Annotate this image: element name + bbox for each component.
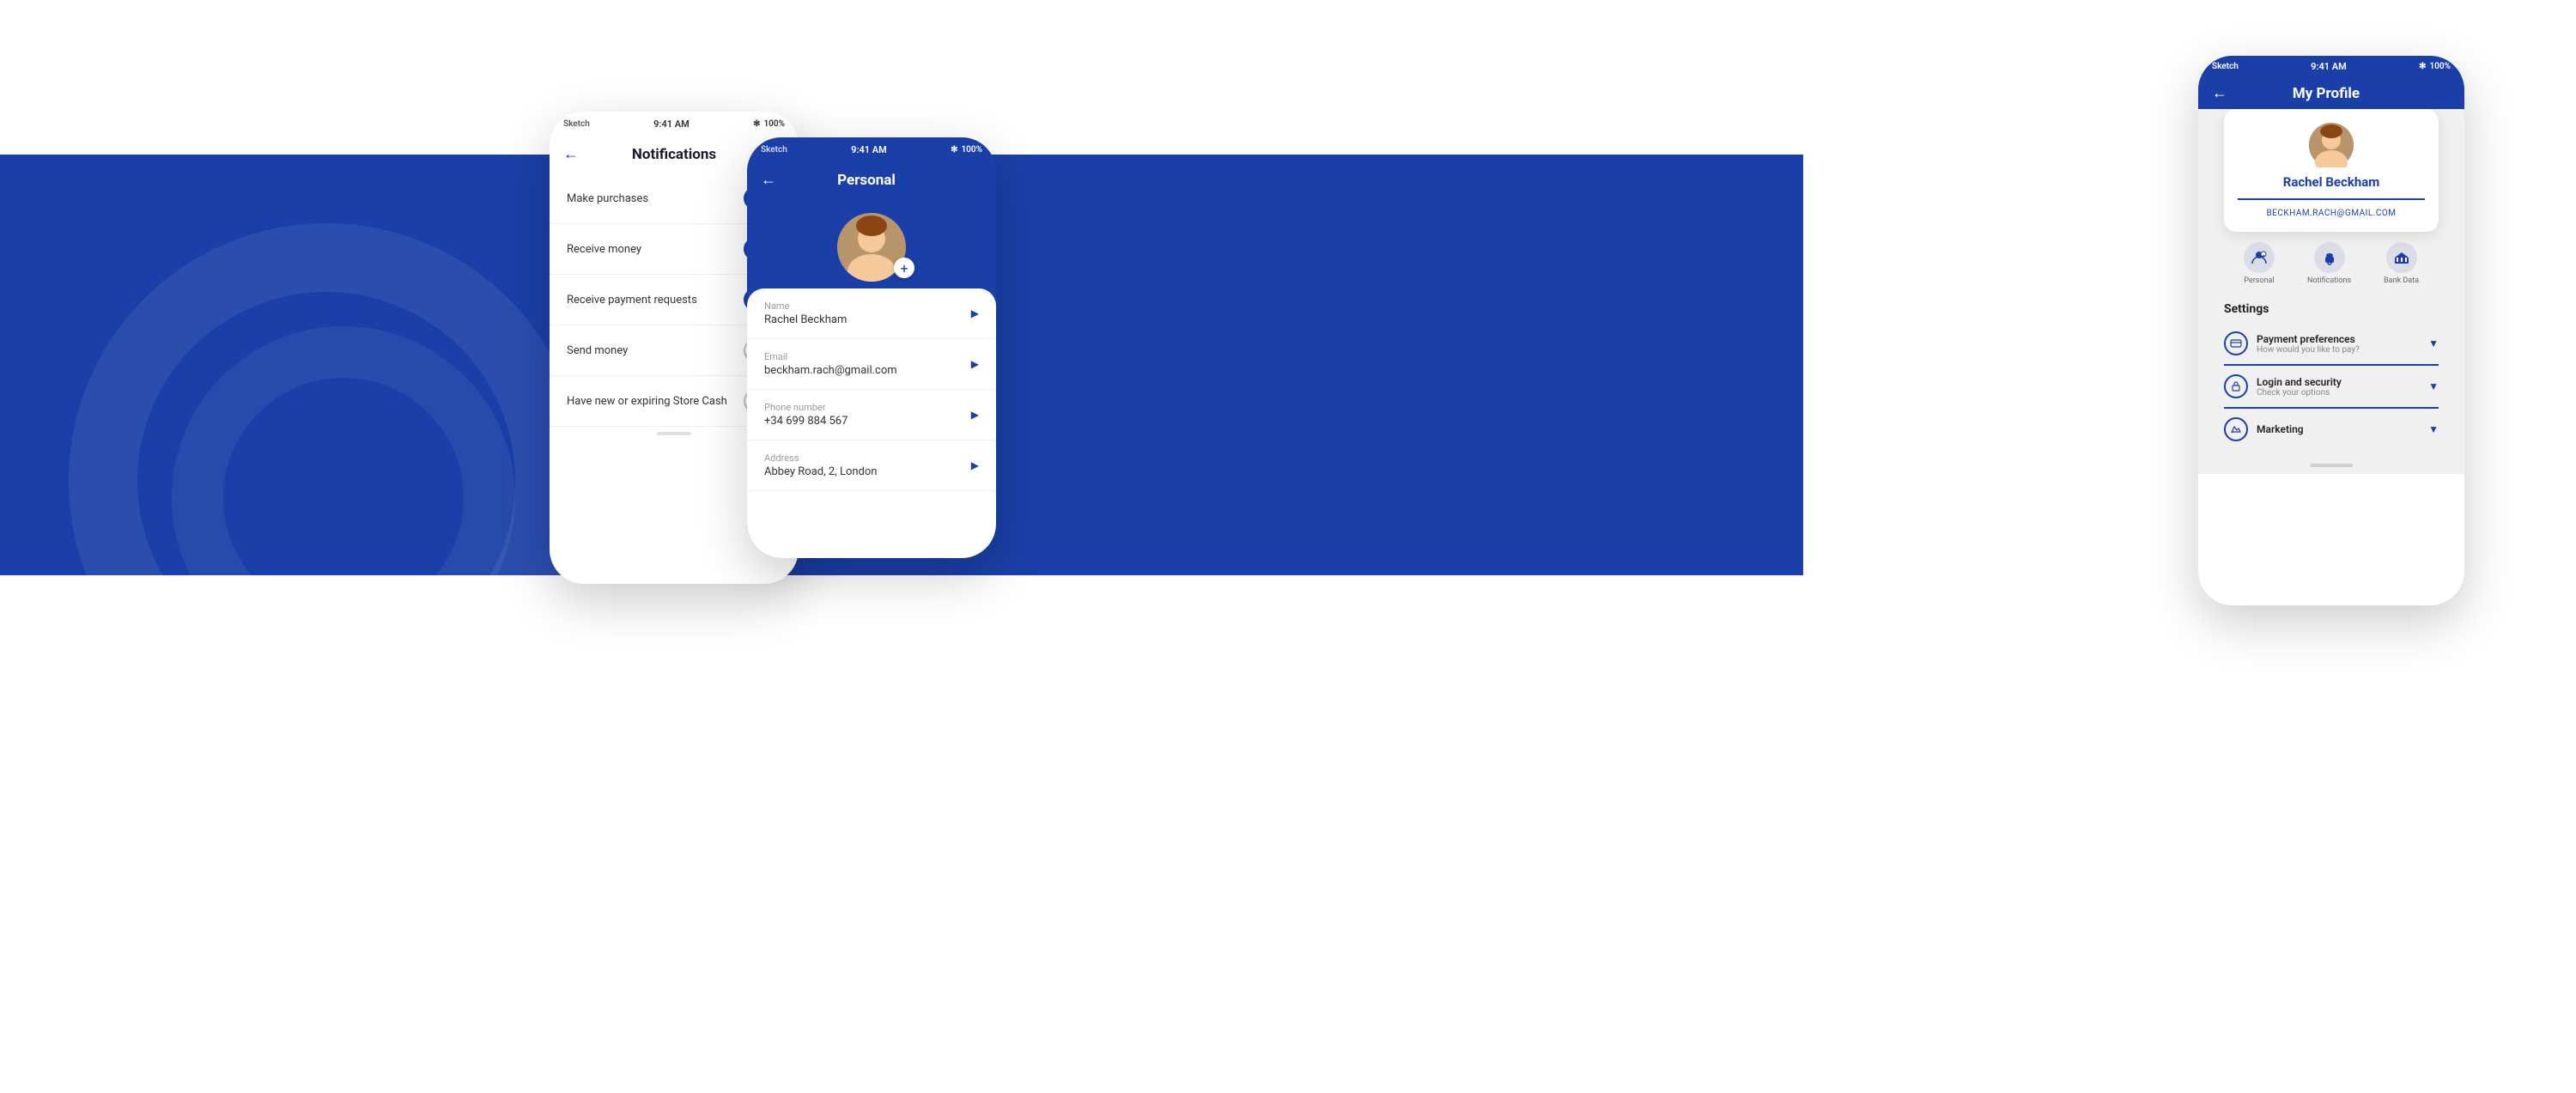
field-arrow-email: ▶ [971, 358, 979, 370]
payment-icon [2224, 331, 2248, 355]
profile-divider [2238, 198, 2425, 200]
home-indicator [2310, 464, 2353, 467]
status-bar-notifications: Sketch 9:41 AM ✻ 100% [550, 112, 799, 137]
scroll-indicator [657, 432, 691, 435]
nav-bank-data-label: Bank Data [2384, 276, 2419, 285]
field-label-name: Name [764, 301, 847, 312]
settings-marketing[interactable]: Marketing ▼ [2224, 409, 2439, 450]
nav-personal-label: Personal [2244, 276, 2274, 285]
time-label-profile: 9:41 AM [2311, 61, 2347, 72]
status-bar-profile: Sketch 9:41 AM ✻ 100% [2198, 56, 2464, 77]
notifications-title: Notifications [589, 146, 759, 163]
field-value-phone: +34 699 884 567 [764, 415, 848, 428]
phone-personal: Sketch 9:41 AM ✻ 100% ← Personal + [747, 137, 996, 558]
profile-nav-icons: Personal Notifications [2210, 232, 2452, 295]
field-label-email: Email [764, 351, 897, 362]
profile-card: Rachel Beckham BECKHAM.RACH@GMAIL.COM [2224, 109, 2439, 232]
nav-personal[interactable]: Personal [2244, 242, 2275, 285]
notif-label-3: Send money [567, 344, 628, 357]
notif-label-1: Receive money [567, 243, 641, 256]
field-arrow-address: ▶ [971, 459, 979, 471]
marketing-icon [2224, 417, 2248, 441]
payment-chevron: ▼ [2428, 337, 2439, 349]
back-button[interactable]: ← [563, 145, 579, 163]
field-name[interactable]: Name Rachel Beckham ▶ [747, 288, 996, 339]
nav-bank-data[interactable]: Bank Data [2384, 242, 2419, 285]
battery-icons-profile: ✻ 100% [2419, 62, 2451, 71]
profile-user-name: Rachel Beckham [2238, 174, 2425, 190]
bank-data-icon [2386, 242, 2417, 273]
field-label-address: Address [764, 452, 878, 464]
time-label-personal: 9:41 AM [851, 144, 887, 155]
field-email[interactable]: Email beckham.rach@gmail.com ▶ [747, 339, 996, 390]
personal-content: Name Rachel Beckham ▶ Email beckham.rach… [747, 288, 996, 558]
personal-title: Personal [776, 172, 957, 189]
marketing-text: Marketing [2257, 423, 2420, 435]
add-photo-button[interactable]: + [894, 258, 914, 278]
profile-title: My Profile [2227, 85, 2425, 102]
phone-profile: Sketch 9:41 AM ✻ 100% ← My Profile [2198, 56, 2464, 605]
payment-text: Payment preferences How would you like t… [2257, 333, 2420, 355]
field-arrow-name: ▶ [971, 307, 979, 319]
profile-top-bg: Sketch 9:41 AM ✻ 100% ← My Profile [2198, 56, 2464, 114]
bluetooth-icon-personal: ✻ [951, 145, 957, 155]
back-button-profile[interactable]: ← [2212, 84, 2227, 102]
profile-user-email: BECKHAM.RACH@GMAIL.COM [2238, 209, 2425, 218]
settings-payment-preferences[interactable]: Payment preferences How would you like t… [2224, 323, 2439, 366]
notif-label-2: Receive payment requests [567, 294, 697, 307]
notif-label-4: Have new or expiring Store Cash [567, 395, 727, 408]
security-icon [2224, 374, 2248, 398]
field-arrow-phone: ▶ [971, 409, 979, 421]
time-label: 9:41 AM [653, 118, 690, 130]
field-value-email: beckham.rach@gmail.com [764, 364, 897, 377]
profile-avatar [2309, 123, 2354, 167]
marketing-title: Marketing [2257, 423, 2420, 435]
security-subtitle: Check your options [2257, 388, 2420, 398]
battery-label: 100% [763, 119, 785, 129]
avatar-container: + [747, 199, 996, 288]
bluetooth-icon-profile: ✻ [2419, 62, 2426, 71]
field-label-phone: Phone number [764, 402, 848, 413]
battery-label-profile: 100% [2429, 62, 2451, 71]
payment-subtitle: How would you like to pay? [2257, 345, 2420, 355]
personal-icon [2244, 242, 2275, 273]
payment-title: Payment preferences [2257, 333, 2420, 345]
field-value-address: Abbey Road, 2, London [764, 465, 878, 478]
battery-label-personal: 100% [961, 145, 982, 155]
decorative-circle-2 [172, 326, 515, 670]
nav-notifications[interactable]: Notifications [2307, 242, 2351, 285]
security-chevron: ▼ [2428, 380, 2439, 392]
field-address[interactable]: Address Abbey Road, 2, London ▶ [747, 440, 996, 491]
field-value-name: Rachel Beckham [764, 313, 847, 326]
settings-login-security[interactable]: Login and security Check your options ▼ [2224, 366, 2439, 409]
security-text: Login and security Check your options [2257, 376, 2420, 398]
signal-label-personal: Sketch [761, 145, 787, 155]
signal-label-profile: Sketch [2212, 62, 2239, 71]
nav-notifications-label: Notifications [2307, 276, 2351, 285]
security-title: Login and security [2257, 376, 2420, 388]
battery-icons: ✻ 100% [753, 119, 785, 129]
status-bar-personal: Sketch 9:41 AM ✻ 100% [747, 137, 996, 162]
battery-icons-personal: ✻ 100% [951, 145, 982, 155]
field-phone[interactable]: Phone number +34 699 884 567 ▶ [747, 390, 996, 440]
signal-label: Sketch [563, 119, 590, 129]
notifications-icon [2314, 242, 2345, 273]
bluetooth-icon: ✻ [753, 119, 760, 129]
notif-label-0: Make purchases [567, 192, 648, 205]
settings-title: Settings [2224, 302, 2439, 316]
marketing-chevron: ▼ [2428, 423, 2439, 435]
settings-section: Settings Payment preferences How would y… [2210, 295, 2452, 457]
back-button-personal[interactable]: ← [761, 171, 776, 189]
bottom-indicator-area [2210, 457, 2452, 474]
personal-header: ← Personal [747, 162, 996, 199]
